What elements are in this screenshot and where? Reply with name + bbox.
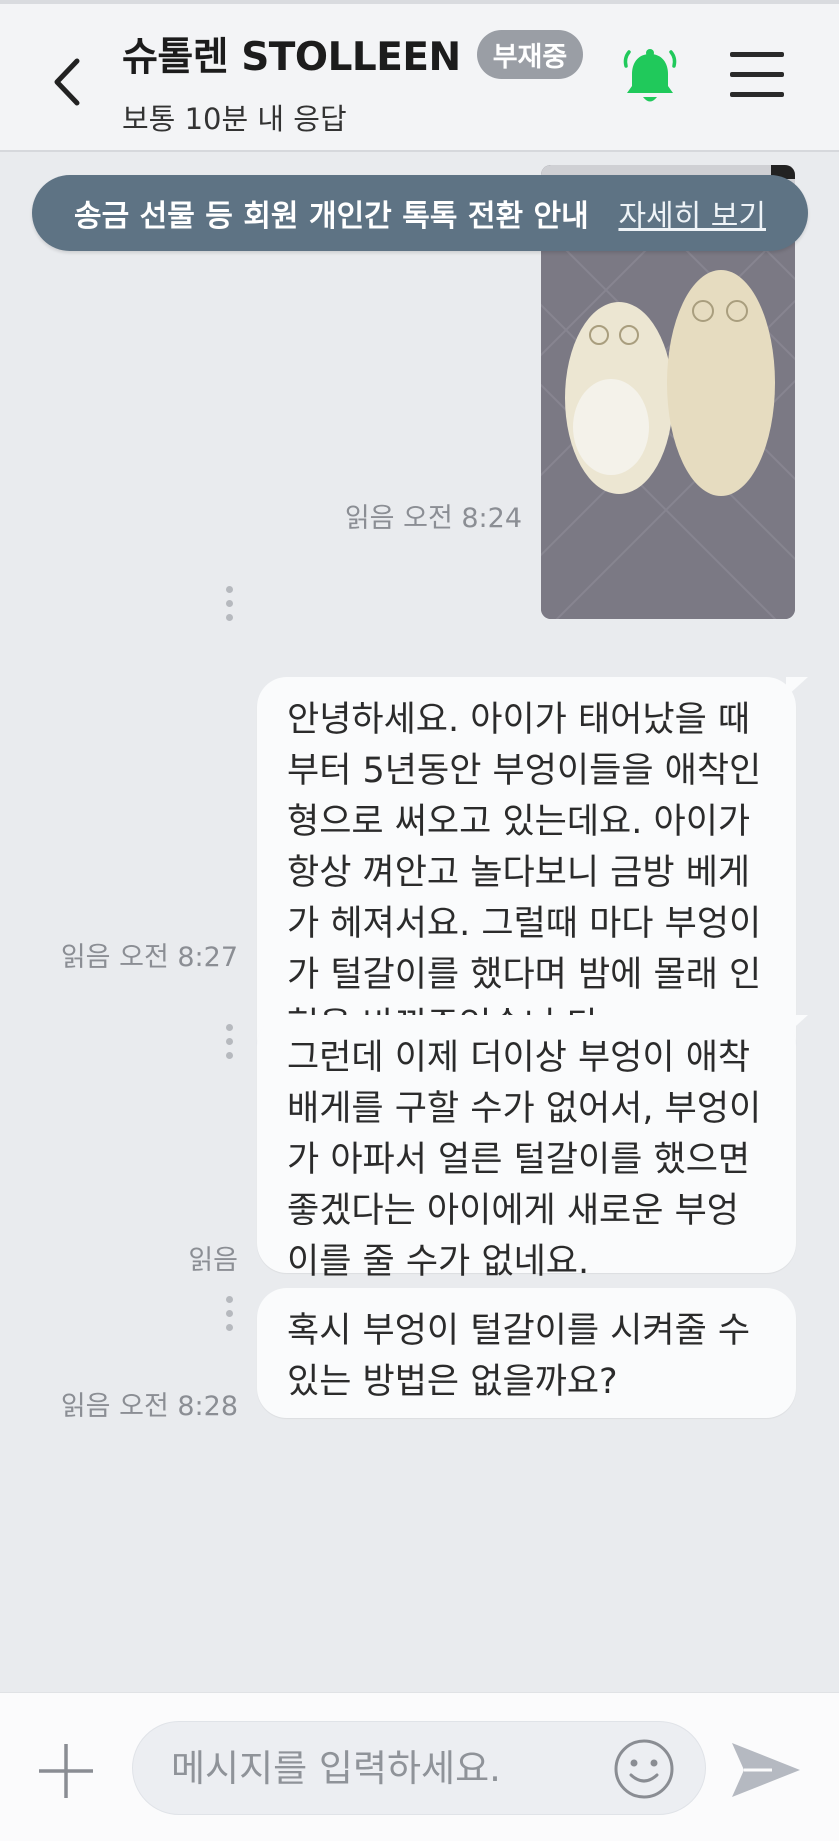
plus-icon	[39, 1744, 93, 1798]
message-read-receipt: 읽음	[188, 1245, 238, 1276]
chat-title-area: 슈톨렌 STOLLEEN 부재중 보통 10분 내 응답	[122, 26, 584, 138]
back-button[interactable]	[40, 44, 94, 120]
message-bubble[interactable]: 그런데 이제 더이상 부엉이 애착배게를 구할 수가 없어서, 부엉이가 아파서…	[257, 1015, 796, 1282]
message-read-receipt: 읽음 오전 8:28	[60, 1391, 238, 1422]
bubble-tail	[786, 677, 808, 697]
bell-icon	[623, 49, 677, 102]
hamburger-menu-icon	[730, 52, 784, 97]
message-read-receipt: 읽음 오전 8:27	[60, 942, 238, 973]
bubble-tail	[786, 1015, 808, 1035]
status-badge: 부재중	[476, 29, 584, 79]
message-options-icon[interactable]	[226, 586, 234, 628]
notification-button[interactable]	[618, 46, 682, 110]
notice-text: 송금 선물 등 회원 개인간 톡톡 전환 안내	[74, 199, 589, 234]
chat-title: 슈톨렌 STOLLEEN	[122, 35, 461, 80]
attach-button[interactable]	[36, 1741, 96, 1801]
chevron-left-icon	[54, 58, 80, 106]
message-options-icon[interactable]	[226, 1024, 234, 1066]
message-text: 그런데 이제 더이상 부엉이 애착배게를 구할 수가 없어서, 부엉이가 아파서…	[287, 1038, 762, 1282]
chat-area[interactable]: 송금 선물 등 회원 개인간 톡톡 전환 안내 자세히 보기 읽음 오전 8:2…	[0, 152, 839, 1692]
send-button[interactable]	[728, 1739, 804, 1801]
menu-button[interactable]	[730, 52, 784, 102]
notice-detail-link[interactable]: 자세히 보기	[618, 191, 766, 235]
message-options-icon[interactable]	[226, 1296, 234, 1338]
message-text: 안녕하세요. 아이가 태어났을 때부터 5년동안 부엉이들을 애착인형으로 써오…	[287, 700, 762, 1046]
message-bubble[interactable]: 안녕하세요. 아이가 태어났을 때부터 5년동안 부엉이들을 애착인형으로 써오…	[257, 677, 796, 1069]
message-bubble[interactable]: 혹시 부엉이 털갈이를 시켜줄 수 있는 방법은 없을까요?	[257, 1288, 796, 1418]
emoji-button[interactable]	[612, 1737, 676, 1801]
send-icon	[732, 1743, 800, 1797]
input-bar	[0, 1692, 839, 1841]
photo-read-receipt: 읽음 오전 8:24	[344, 503, 522, 534]
message-text: 혹시 부엉이 털갈이를 시켜줄 수 있는 방법은 없을까요?	[287, 1311, 751, 1402]
smiley-icon	[614, 1739, 674, 1799]
response-time: 보통 10분 내 응답	[122, 102, 347, 136]
chat-header: 슈톨렌 STOLLEEN 부재중 보통 10분 내 응답	[0, 4, 839, 152]
notice-banner[interactable]: 송금 선물 등 회원 개인간 톡톡 전환 안내 자세히 보기	[32, 175, 808, 251]
